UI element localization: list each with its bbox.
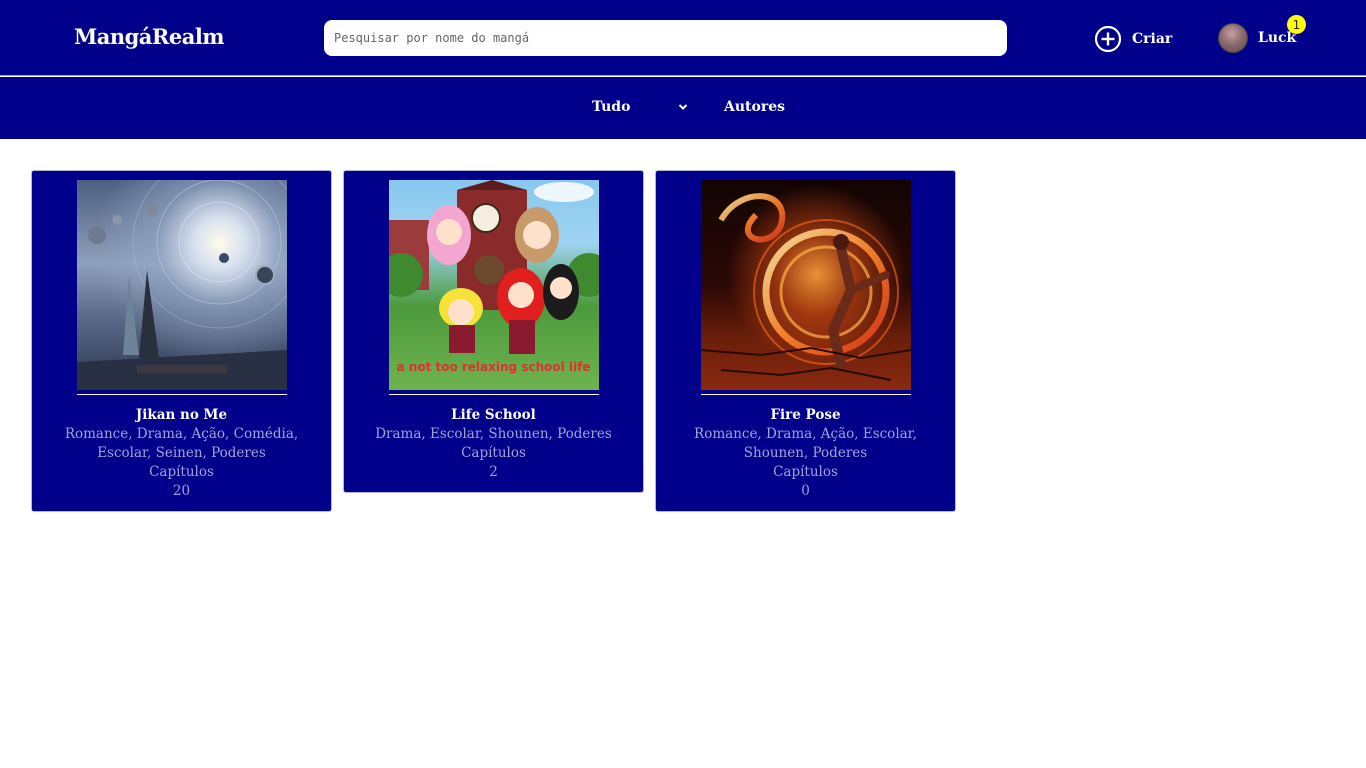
chapters-label: Capítulos bbox=[773, 464, 838, 480]
filter-dropdown[interactable]: Tudo bbox=[592, 99, 688, 115]
manga-cover bbox=[700, 180, 911, 390]
card-divider bbox=[76, 394, 287, 395]
category-nav: Tudo Autores bbox=[0, 77, 1366, 139]
create-button[interactable]: Criar bbox=[1094, 24, 1172, 54]
chapters-label: Capítulos bbox=[149, 464, 214, 480]
manga-card[interactable]: Fire Pose Romance, Drama, Ação, Escolar,… bbox=[655, 170, 956, 512]
avatar bbox=[1218, 23, 1248, 53]
cover-caption: a not too relaxing school life bbox=[396, 360, 591, 374]
card-divider bbox=[700, 394, 911, 395]
filter-selected: Tudo bbox=[592, 99, 631, 115]
chevron-down-icon bbox=[678, 99, 688, 115]
manga-title: Fire Pose bbox=[770, 407, 841, 423]
manga-genres: Romance, Drama, Ação, Escolar, Shounen, … bbox=[694, 426, 917, 461]
brand-logo[interactable]: MangáRealm bbox=[74, 24, 225, 49]
manga-genres: Drama, Escolar, Shounen, Poderes bbox=[375, 426, 612, 442]
notification-badge[interactable]: 1 bbox=[1287, 15, 1306, 34]
top-header: MangáRealm Criar Luck 1 bbox=[0, 0, 1366, 76]
chapters-count: 2 bbox=[489, 464, 498, 480]
manga-title: Jikan no Me bbox=[135, 407, 228, 423]
chapters-count: 0 bbox=[801, 483, 810, 499]
search-input[interactable] bbox=[324, 20, 1007, 56]
manga-card[interactable]: Jikan no Me Romance, Drama, Ação, Comédi… bbox=[31, 170, 332, 512]
manga-cover: a not too relaxing school life bbox=[388, 180, 599, 390]
plus-circle-icon bbox=[1094, 25, 1122, 53]
create-label: Criar bbox=[1132, 31, 1173, 47]
manga-card[interactable]: a not too relaxing school life Life Scho… bbox=[343, 170, 644, 493]
manga-title: Life School bbox=[451, 407, 536, 423]
chapters-label: Capítulos bbox=[461, 445, 526, 461]
authors-link[interactable]: Autores bbox=[724, 99, 785, 115]
manga-genres: Romance, Drama, Ação, Comédia, Escolar, … bbox=[64, 426, 299, 461]
card-divider bbox=[388, 394, 599, 395]
manga-cover bbox=[76, 180, 287, 390]
user-menu[interactable]: Luck bbox=[1218, 23, 1296, 53]
chapters-count: 20 bbox=[172, 483, 191, 499]
